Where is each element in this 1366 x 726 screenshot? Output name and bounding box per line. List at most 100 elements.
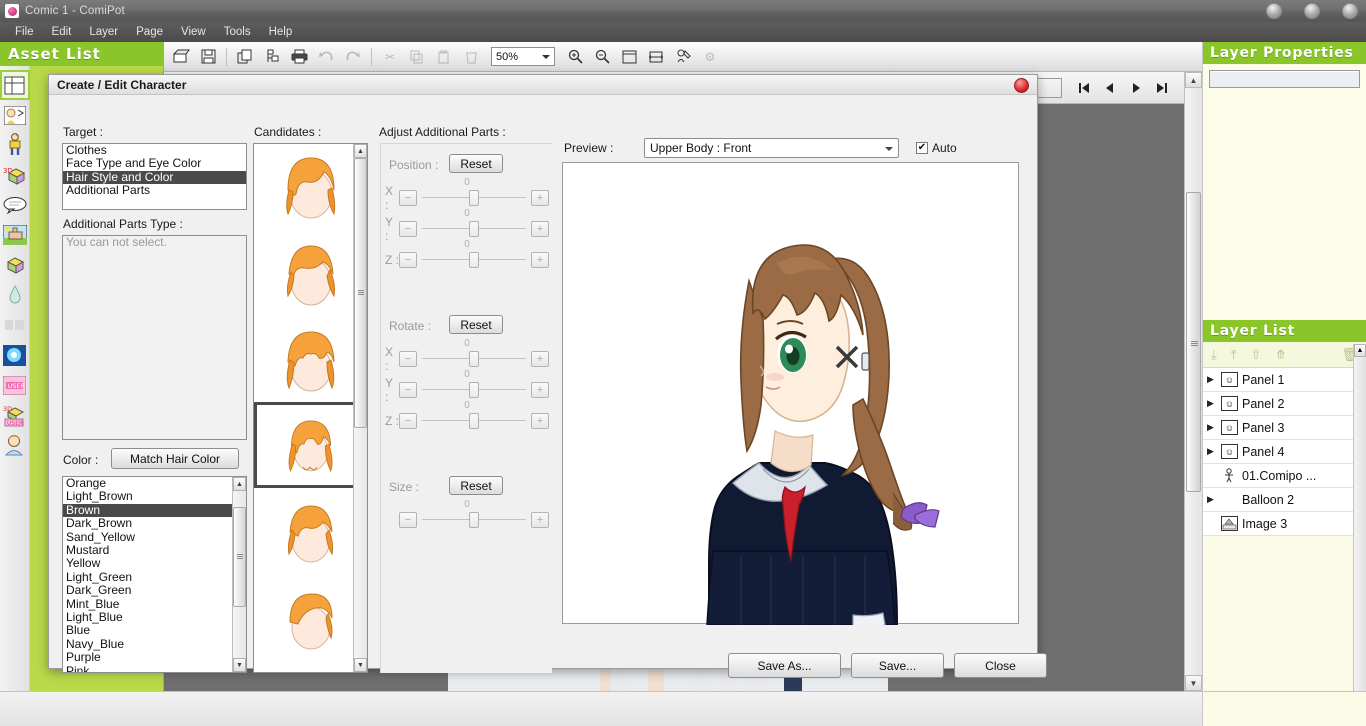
color-list-scrollbar[interactable]: ▲ ▼: [232, 477, 246, 672]
candidate-thumbnail-4[interactable]: [254, 488, 367, 574]
color-item-pink[interactable]: Pink: [63, 665, 246, 673]
print-icon[interactable]: [286, 45, 312, 69]
zoom-in-icon[interactable]: [562, 45, 588, 69]
color-item-light-green[interactable]: Light_Green: [63, 571, 246, 584]
rotate-z-increment-button[interactable]: +: [531, 413, 549, 429]
scroll-up-button[interactable]: ▲: [1185, 72, 1202, 88]
layer-scroll-up-button[interactable]: ▲: [1354, 344, 1366, 357]
candidates-scroll-down-button[interactable]: ▼: [354, 658, 367, 672]
tool-user-image-icon[interactable]: USER: [2, 372, 28, 398]
move-up-icon[interactable]: ⇧: [1251, 347, 1262, 363]
rotate-reset-button[interactable]: Reset: [449, 315, 503, 334]
candidates-scroll-up-button[interactable]: ▲: [354, 144, 367, 158]
candidate-thumbnail-5[interactable]: [254, 574, 367, 660]
preview-view-combo[interactable]: Upper Body : Front: [644, 138, 899, 158]
target-item-hair[interactable]: Hair Style and Color: [63, 171, 246, 184]
candidates-scrollbar[interactable]: ▲ ▼: [353, 144, 367, 672]
layer-row-balloon[interactable]: ▶ Balloon 2: [1203, 488, 1366, 512]
rotate-x-slider[interactable]: [422, 351, 526, 367]
target-listbox[interactable]: Clothes Face Type and Eye Color Hair Sty…: [62, 143, 247, 210]
layer-row-panel-2[interactable]: ▶ ☺ Panel 2: [1203, 392, 1366, 416]
tool-3d-item-icon[interactable]: 3D: [2, 162, 28, 188]
size-reset-button[interactable]: Reset: [449, 476, 503, 495]
preview-auto-checkbox-group[interactable]: ✔ Auto: [916, 141, 957, 155]
candidate-thumbnail-3[interactable]: [254, 402, 367, 488]
zoom-out-icon[interactable]: [589, 45, 615, 69]
position-z-decrement-button[interactable]: −: [399, 252, 417, 268]
position-x-slider-row[interactable]: X : − +: [385, 188, 549, 208]
candidate-thumbnail-2[interactable]: [254, 316, 367, 402]
color-item-light-brown[interactable]: Light_Brown: [63, 490, 246, 503]
tool-flash-effect-icon[interactable]: [2, 342, 28, 368]
menu-help[interactable]: Help: [260, 24, 302, 40]
merge-down-icon[interactable]: ⤓: [1211, 347, 1217, 363]
prev-page-button[interactable]: [1098, 77, 1122, 99]
position-reset-button[interactable]: Reset: [449, 154, 503, 173]
color-listbox[interactable]: Orange Light_Brown Brown Dark_Brown Sand…: [62, 476, 247, 673]
color-item-orange[interactable]: Orange: [63, 477, 246, 490]
color-scroll-thumb[interactable]: [233, 507, 246, 607]
menu-edit[interactable]: Edit: [43, 24, 81, 40]
position-y-decrement-button[interactable]: −: [399, 221, 417, 237]
twisty-icon[interactable]: ▶: [1207, 494, 1217, 505]
position-z-increment-button[interactable]: +: [531, 252, 549, 268]
tool-balloon-character-icon[interactable]: [2, 102, 28, 128]
rotate-x-decrement-button[interactable]: −: [399, 351, 417, 367]
position-y-slider-row[interactable]: Y : − +: [385, 219, 549, 239]
preview-auto-checkbox[interactable]: ✔: [916, 142, 928, 154]
target-item-additional[interactable]: Additional Parts: [63, 184, 246, 197]
candidates-listbox[interactable]: ▲ ▼: [253, 143, 368, 673]
minimize-button[interactable]: [1266, 3, 1282, 19]
position-z-slider-row[interactable]: Z : − +: [385, 250, 549, 270]
zoom-level-combo[interactable]: 50%: [491, 47, 555, 66]
close-button[interactable]: [1342, 3, 1358, 19]
color-item-dark-green[interactable]: Dark_Green: [63, 584, 246, 597]
color-item-dark-brown[interactable]: Dark_Brown: [63, 517, 246, 530]
fit-width-icon[interactable]: [643, 45, 669, 69]
candidate-thumbnail-0[interactable]: [254, 144, 367, 230]
tool-favorites-icon[interactable]: [2, 432, 28, 458]
color-item-purple[interactable]: Purple: [63, 651, 246, 664]
maximize-button[interactable]: [1304, 3, 1320, 19]
last-page-button[interactable]: [1150, 77, 1174, 99]
candidate-thumbnail-1[interactable]: [254, 230, 367, 316]
scroll-down-button[interactable]: ▼: [1185, 675, 1202, 691]
tool-background-icon[interactable]: [2, 222, 28, 248]
open-icon[interactable]: [168, 45, 194, 69]
rotate-y-slider-row[interactable]: Y : − +: [385, 380, 549, 400]
menu-file[interactable]: File: [6, 24, 43, 40]
size-slider[interactable]: [422, 512, 526, 528]
scroll-thumb[interactable]: [1186, 192, 1201, 492]
color-item-mustard[interactable]: Mustard: [63, 544, 246, 557]
dialog-close-button[interactable]: [1014, 78, 1029, 93]
menu-page[interactable]: Page: [127, 24, 172, 40]
size-slider-row[interactable]: − +: [385, 510, 549, 530]
color-item-sand-yellow[interactable]: Sand_Yellow: [63, 531, 246, 544]
save-button[interactable]: Save...: [851, 653, 944, 678]
position-y-slider[interactable]: [422, 221, 526, 237]
combine-icon[interactable]: ⤒: [1231, 347, 1237, 363]
position-y-increment-button[interactable]: +: [531, 221, 549, 237]
menu-tools[interactable]: Tools: [215, 24, 260, 40]
layer-row-panel-1[interactable]: ▶ ☺ Panel 1: [1203, 368, 1366, 392]
twisty-icon[interactable]: ▶: [1207, 398, 1217, 409]
rotate-x-increment-button[interactable]: +: [531, 351, 549, 367]
save-as-button[interactable]: Save As...: [728, 653, 841, 678]
layer-row-character[interactable]: 01.Comipo ...: [1203, 464, 1366, 488]
close-button-dialog[interactable]: Close: [954, 653, 1047, 678]
move-top-icon[interactable]: ⤊: [1275, 347, 1286, 363]
page-structure-icon[interactable]: [259, 45, 285, 69]
twisty-icon[interactable]: ▶: [1207, 422, 1217, 433]
tool-character-icon[interactable]: [2, 132, 28, 158]
target-item-face[interactable]: Face Type and Eye Color: [63, 157, 246, 170]
layer-row-image[interactable]: Image 3: [1203, 512, 1366, 536]
candidates-scroll-thumb[interactable]: [354, 158, 367, 428]
layer-row-panel-4[interactable]: ▶ ☺ Panel 4: [1203, 440, 1366, 464]
preview-canvas[interactable]: [562, 162, 1019, 624]
position-x-increment-button[interactable]: +: [531, 190, 549, 206]
position-x-slider[interactable]: [422, 190, 526, 206]
tool-text-icon[interactable]: [2, 312, 28, 338]
character-tool-icon[interactable]: [670, 45, 696, 69]
rotate-z-slider[interactable]: [422, 413, 526, 429]
fit-page-icon[interactable]: [616, 45, 642, 69]
